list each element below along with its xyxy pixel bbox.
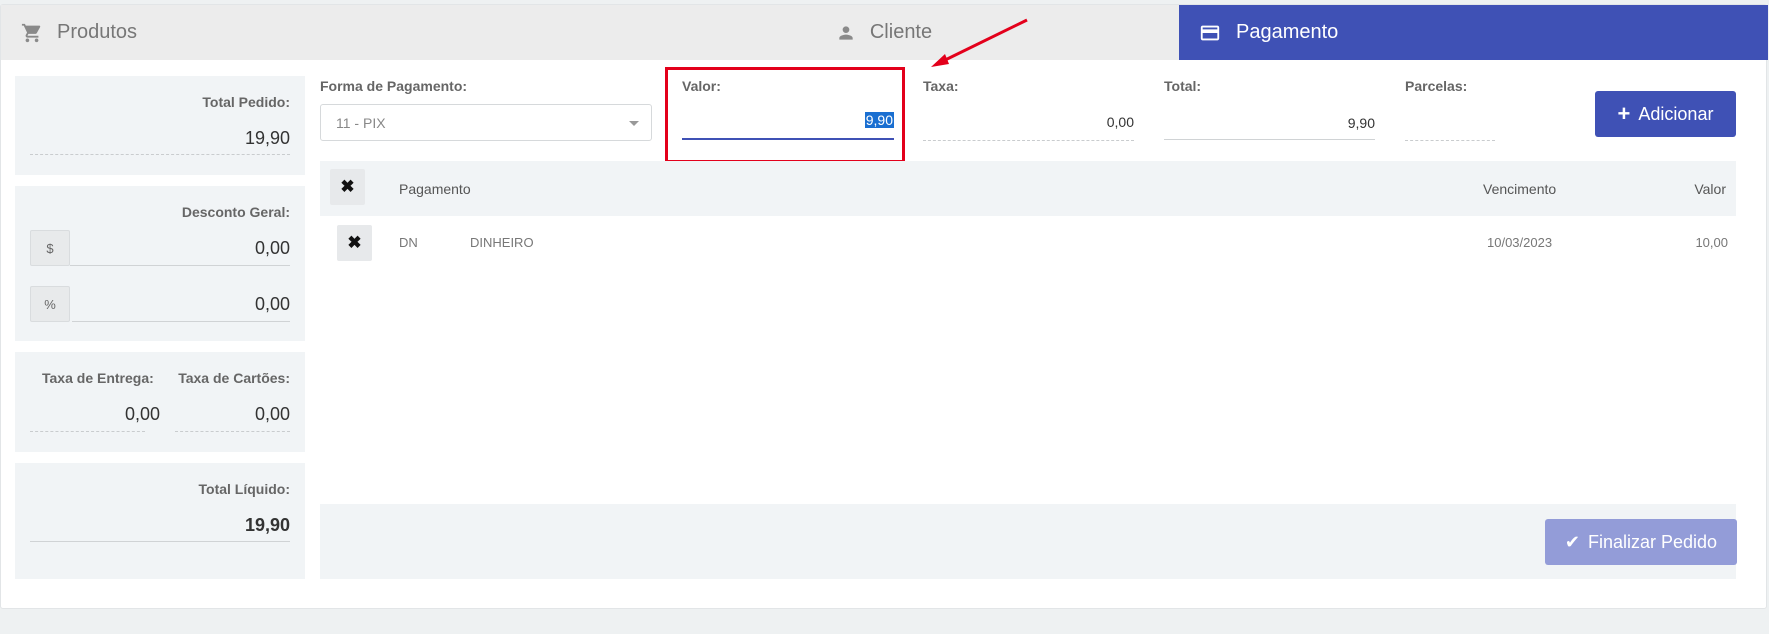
total-liquido-panel: Total Líquido: 19,90	[15, 463, 305, 579]
header-pagamento: Pagamento	[399, 181, 471, 197]
total-liquido-value: 19,90	[244, 515, 290, 535]
credit-card-icon	[1198, 22, 1222, 44]
remove-row-button[interactable]: ✖	[337, 225, 372, 261]
divider	[30, 541, 290, 542]
divider	[30, 431, 145, 432]
close-icon: ✖	[340, 177, 355, 196]
plus-icon: +	[1617, 101, 1631, 126]
desconto-panel: Desconto Geral: $ 0,00 % 0,00	[15, 186, 305, 341]
desconto-currency-input[interactable]: 0,00	[255, 238, 290, 259]
taxa-cartoes-value: 0,00	[254, 404, 290, 424]
header-valor: Valor	[1694, 181, 1726, 197]
currency-addon: $	[30, 230, 70, 266]
total-pedido-label: Total Pedido:	[202, 94, 290, 110]
divider	[30, 154, 290, 155]
payments-table-header: ✖ Pagamento Vencimento Valor	[320, 161, 1736, 216]
total-value: 9,90	[1347, 115, 1375, 131]
total-liquido-label: Total Líquido:	[198, 481, 291, 497]
highlight-box	[665, 67, 905, 163]
forma-pagamento-select[interactable]: 11 - PIX	[320, 104, 652, 141]
adicionar-label: Adicionar	[1638, 103, 1714, 124]
divider	[72, 321, 290, 322]
divider	[1164, 139, 1375, 140]
tab-produtos-label: Produtos	[57, 21, 138, 43]
taxa-label: Taxa:	[923, 78, 959, 94]
parcelas-label: Parcelas:	[1405, 78, 1468, 94]
tab-cliente[interactable]: Cliente	[589, 5, 1179, 60]
tab-cliente-label: Cliente	[869, 21, 933, 43]
tab-pagamento-label: Pagamento	[1236, 21, 1339, 43]
total-pedido-panel: Total Pedido: 19,90	[15, 76, 305, 175]
annotation-arrow-icon	[931, 18, 1028, 67]
row-valor: 10,00	[1695, 235, 1728, 250]
cart-icon	[21, 22, 43, 44]
total-label: Total:	[1164, 78, 1202, 94]
taxas-panel: Taxa de Entrega: Taxa de Cartões: 0,00 0…	[15, 352, 305, 452]
adicionar-button[interactable]: + Adicionar	[1595, 91, 1736, 137]
desconto-percent-input[interactable]: 0,00	[255, 294, 290, 315]
taxa-cartoes-label: Taxa de Cartões:	[178, 370, 290, 386]
person-icon	[836, 23, 856, 43]
chevron-down-icon	[629, 121, 639, 126]
divider	[923, 140, 1134, 141]
tab-pagamento[interactable]: Pagamento	[1179, 5, 1768, 60]
taxa-entrega-label: Taxa de Entrega:	[42, 370, 154, 386]
forma-pagamento-value: 11 - PIX	[336, 114, 386, 131]
row-vencimento: 10/03/2023	[1487, 235, 1553, 250]
taxa-entrega-value: 0,00	[124, 404, 160, 424]
percent-addon: %	[30, 286, 70, 322]
taxa-value: 0,00	[1106, 114, 1134, 130]
check-icon: ✔	[1564, 531, 1580, 552]
finalizar-label: Finalizar Pedido	[1588, 531, 1718, 552]
row-code: DN	[399, 235, 418, 250]
footer-bar	[320, 504, 1736, 579]
close-icon: ✖	[347, 233, 362, 252]
tab-produtos[interactable]: Produtos	[1, 5, 589, 60]
remove-all-button[interactable]: ✖	[330, 169, 365, 205]
finalizar-pedido-button[interactable]: ✔ Finalizar Pedido	[1545, 519, 1737, 565]
divider	[70, 265, 290, 266]
divider	[1405, 140, 1495, 141]
row-name: DINHEIRO	[470, 235, 534, 250]
total-pedido-value: 19,90	[244, 128, 290, 148]
desconto-label: Desconto Geral:	[181, 204, 290, 220]
divider	[175, 431, 290, 432]
header-vencimento: Vencimento	[1483, 181, 1557, 197]
forma-pagamento-label: Forma de Pagamento:	[320, 78, 468, 94]
